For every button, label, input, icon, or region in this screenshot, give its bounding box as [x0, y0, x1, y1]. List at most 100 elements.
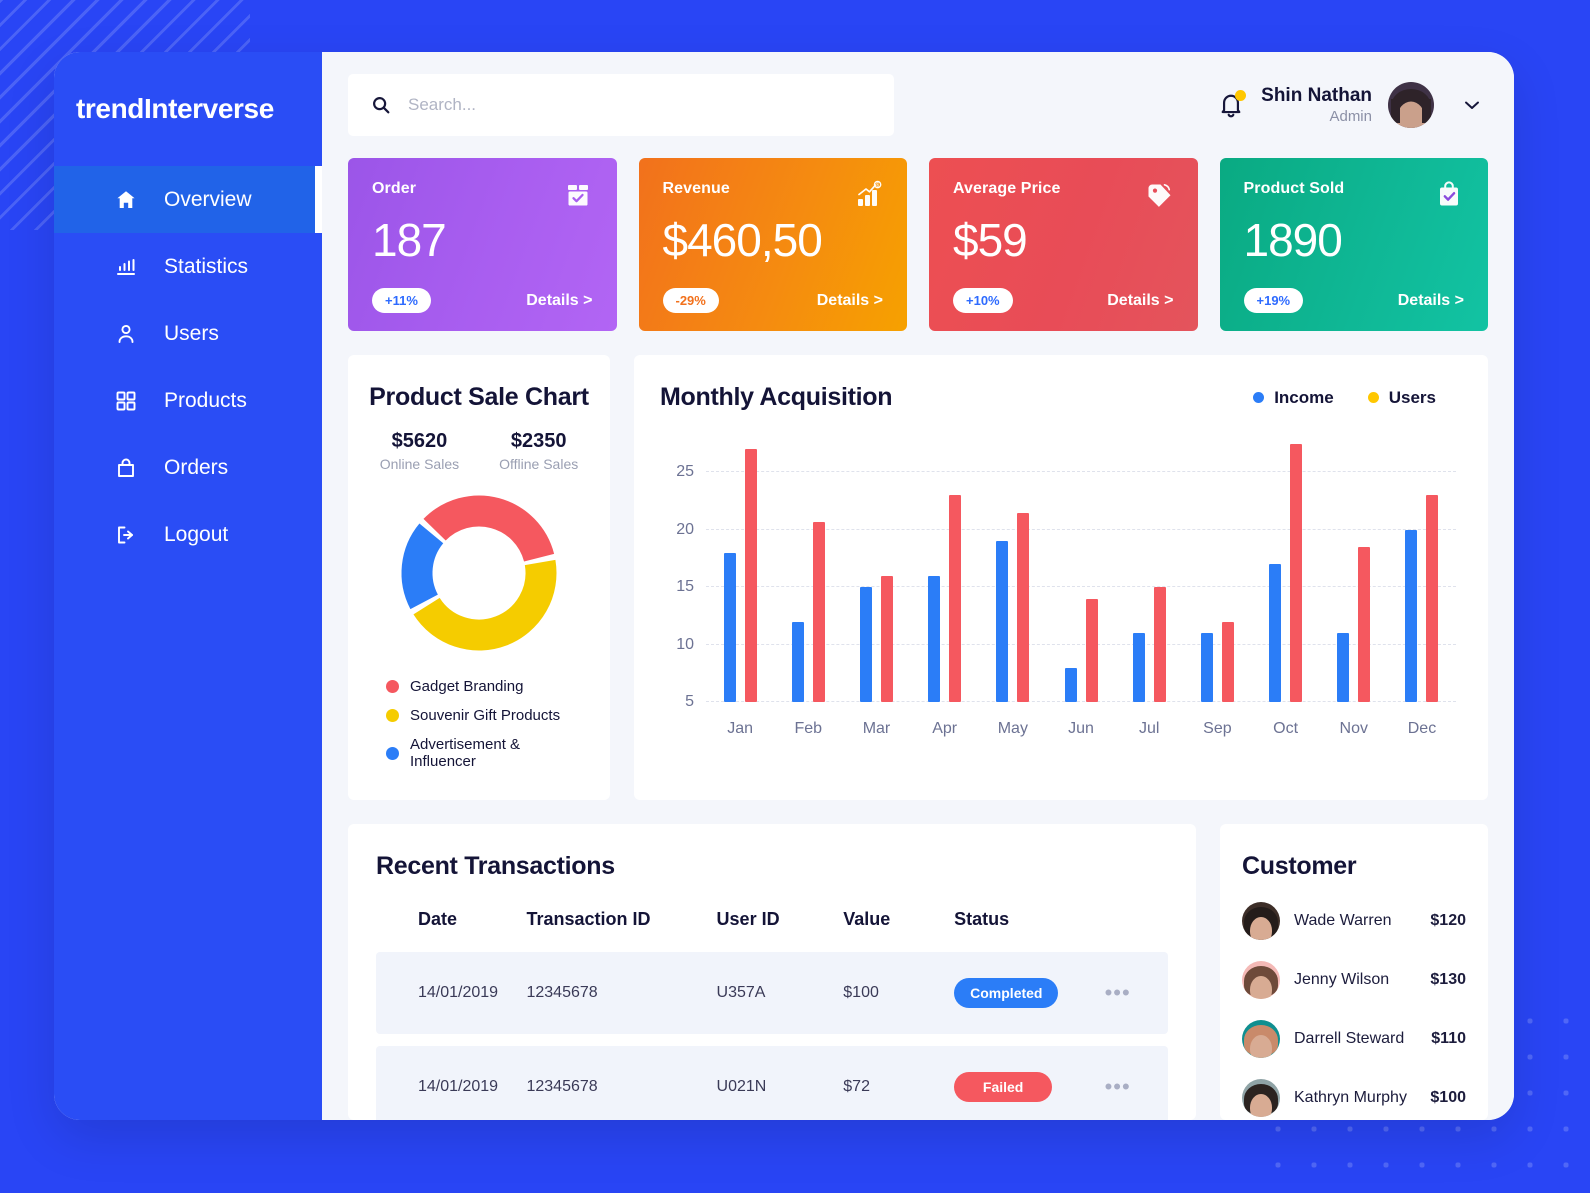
grid-icon [114, 389, 138, 413]
online-sales-figure: $5620 Online Sales [380, 430, 459, 472]
customer-amount: $100 [1430, 1089, 1466, 1106]
x-axis-label: Apr [932, 720, 958, 737]
sidebar-item-products[interactable]: Products [54, 367, 322, 434]
list-item[interactable]: Wade Warren $120 [1242, 902, 1466, 940]
legend-label: Gadget Branding [410, 678, 524, 695]
bar-users [1153, 587, 1166, 702]
cell-status: Completed [954, 952, 1105, 1034]
bar-income [1132, 633, 1145, 702]
donut-segment [413, 559, 557, 651]
cell-user-id: U021N [716, 1046, 844, 1120]
more-options-icon[interactable]: ••• [1105, 1074, 1131, 1099]
legend-swatch [386, 680, 399, 693]
cell-status: Failed [954, 1046, 1105, 1120]
legend-item-income: Income [1253, 388, 1334, 408]
stat-cards: Order 187 +11% Details > Revenue $ $460,… [348, 158, 1488, 331]
user-info[interactable]: Shin Nathan Admin [1261, 84, 1372, 127]
table-row[interactable]: 14/01/2019 12345678 U021N $72 Failed ••• [376, 1046, 1168, 1120]
bar-group [1252, 438, 1320, 702]
bar-users [1085, 598, 1098, 702]
stat-card-badge: +10% [953, 288, 1013, 313]
topbar-right: Shin Nathan Admin [1217, 82, 1488, 128]
legend-label: Users [1388, 387, 1436, 407]
stat-card-revenue[interactable]: Revenue $ $460,50 -29% Details > [638, 158, 907, 331]
bar-income [1405, 529, 1418, 702]
status-badge: Completed [954, 978, 1059, 1008]
bar-users [1290, 443, 1303, 702]
stat-card-details-link[interactable]: Details > [1107, 292, 1173, 310]
stat-card-value: $460,50 [662, 214, 823, 266]
customer-panel: Customer Wade Warren $120 Jenny Wilson $130… [1220, 824, 1488, 1120]
x-axis-label: Feb [794, 720, 823, 737]
list-item[interactable]: Darrell Steward $110 [1242, 1020, 1466, 1058]
avatar [1242, 1079, 1280, 1117]
donut-legend: Gadget Branding Souvenir Gift Products A… [368, 678, 590, 770]
cell-date: 14/01/2019 [376, 1046, 527, 1120]
avatar[interactable] [1388, 82, 1434, 128]
x-axis-label: Mar [862, 720, 891, 737]
chevron-down-icon[interactable] [1460, 93, 1484, 117]
panel-title: Customer [1242, 852, 1357, 880]
legend-item-users: Users [1367, 387, 1436, 408]
customer-amount: $110 [1431, 1030, 1466, 1047]
legend-label: Souvenir Gift Products [410, 707, 561, 724]
chart-legend: Income Users [1253, 388, 1462, 408]
sidebar-item-orders[interactable]: Orders [54, 434, 322, 501]
donut-segment [401, 523, 444, 610]
x-axis-label: Sep [1203, 720, 1232, 737]
search-input[interactable] [408, 95, 872, 115]
x-axis-label: Oct [1273, 720, 1299, 737]
charts-row: Product Sale Chart $5620 Online Sales $2… [348, 355, 1488, 800]
avatar [1242, 902, 1280, 940]
column-header-value: Value [843, 909, 891, 929]
table-header-row: Date Transaction ID User ID Value Status [376, 909, 1168, 952]
package-check-icon [563, 180, 593, 210]
product-sale-chart-panel: Product Sale Chart $5620 Online Sales $2… [348, 355, 610, 800]
stat-card-value: 187 [372, 214, 447, 266]
bar-income [996, 541, 1009, 702]
x-axis-label: Jan [727, 720, 753, 737]
bar-group [706, 438, 774, 702]
search-bar[interactable] [348, 74, 894, 136]
sidebar-item-logout[interactable]: Logout [54, 501, 322, 568]
bar-chart: 5 10 15 20 25 Jan Feb Mar Apr May Jun Jul Sep Oct Nov… [660, 438, 1462, 738]
sidebar-item-label: Logout [164, 523, 229, 546]
recent-transactions-panel: Recent Transactions Date Transaction ID … [348, 824, 1196, 1120]
transactions-table: Date Transaction ID User ID Value Status… [376, 909, 1168, 1120]
customer-name: Jenny Wilson [1294, 971, 1390, 988]
bar-group [911, 438, 979, 702]
bar-users [744, 449, 757, 702]
stat-card-details-link[interactable]: Details > [526, 292, 592, 310]
sidebar-item-statistics[interactable]: Statistics [54, 233, 322, 300]
panel-title: Monthly Acquisition [660, 383, 893, 411]
bar-group [774, 438, 842, 702]
list-item[interactable]: Kathryn Murphy $100 [1242, 1079, 1466, 1117]
sidebar-item-users[interactable]: Users [54, 300, 322, 367]
stat-card-details-link[interactable]: Details > [817, 292, 883, 310]
sidebar-item-overview[interactable]: Overview [54, 166, 322, 233]
sidebar: trendInterverse Overview Statistics User… [54, 52, 322, 1120]
bar-users [949, 495, 962, 702]
stat-card-average-price[interactable]: Average Price $59 +10% Details > [929, 158, 1198, 331]
bar-group [842, 438, 910, 702]
stat-card-title: Product Sold [1243, 180, 1345, 197]
stat-card-details-link[interactable]: Details > [1398, 292, 1464, 310]
y-axis-tick: 5 [685, 693, 694, 710]
bar-group [1047, 438, 1115, 702]
column-header-date: Date [418, 909, 458, 929]
user-icon [114, 322, 138, 346]
topbar: Shin Nathan Admin [348, 52, 1488, 158]
y-axis-tick: 20 [676, 520, 694, 538]
stat-card-product-sold[interactable]: Product Sold 1890 +19% Details > [1219, 158, 1488, 331]
table-row[interactable]: 14/01/2019 12345678 U357A $100 Completed ••• [376, 952, 1168, 1034]
list-item[interactable]: Jenny Wilson $130 [1242, 961, 1466, 999]
monthly-acquisition-panel: Monthly Acquisition Income Users 5 10 15 2 [634, 355, 1488, 800]
search-icon [370, 94, 392, 116]
x-axis-label: May [997, 720, 1028, 737]
bell-icon[interactable] [1217, 90, 1247, 120]
bar-income [723, 552, 736, 702]
more-options-icon[interactable]: ••• [1105, 980, 1131, 1005]
stat-card-order[interactable]: Order 187 +11% Details > [348, 158, 617, 331]
legend-swatch [386, 746, 399, 760]
bag-icon [114, 456, 138, 480]
